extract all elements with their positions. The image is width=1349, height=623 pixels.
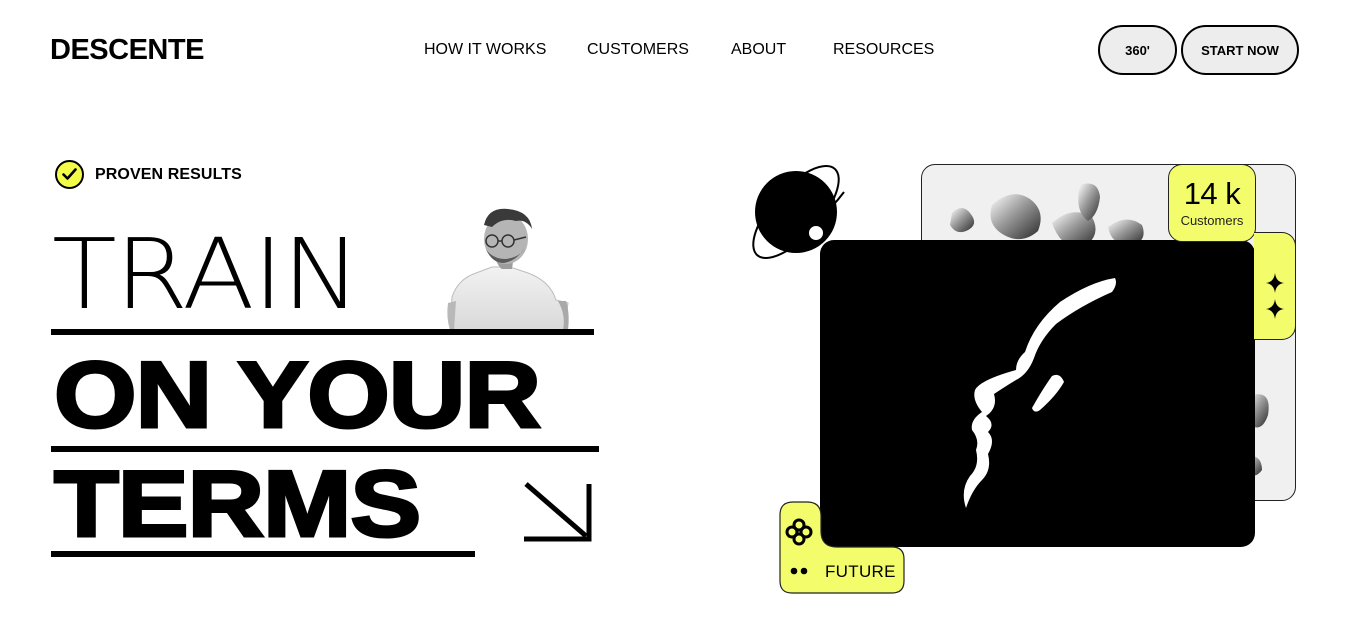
badge-label: PROVEN RESULTS (95, 165, 242, 183)
check-icon (55, 160, 84, 189)
future-label: FUTURE (825, 562, 896, 581)
sparkle-icon (1266, 273, 1284, 319)
headline-rule-1 (51, 329, 594, 335)
brand-logo[interactable]: DESCENTE (50, 34, 204, 67)
nav-how-it-works[interactable]: HOW IT WORKS (424, 41, 546, 59)
person-photo (447, 208, 569, 330)
headline-terms: TERMS (52, 451, 423, 556)
customers-stat-card: 14 k Customers (1168, 164, 1256, 242)
proven-results-badge: PROVEN RESULTS (55, 160, 242, 189)
start-now-button[interactable]: START NOW (1181, 25, 1299, 75)
stat-label: Customers (1180, 213, 1244, 228)
view-360-button[interactable]: 360' (1098, 25, 1177, 75)
nav-resources[interactable]: RESOURCES (833, 41, 934, 59)
nav-about[interactable]: ABOUT (731, 41, 786, 59)
headline-rule-3 (51, 551, 475, 557)
nav-customers[interactable]: CUSTOMERS (587, 41, 689, 59)
stat-value: 14 k (1183, 176, 1241, 211)
headline-on-your: ON YOUR (52, 342, 542, 447)
headline-train: TRAIN (52, 217, 361, 331)
sparkle-tab (1254, 232, 1296, 340)
arrow-down-right-icon (524, 482, 592, 542)
